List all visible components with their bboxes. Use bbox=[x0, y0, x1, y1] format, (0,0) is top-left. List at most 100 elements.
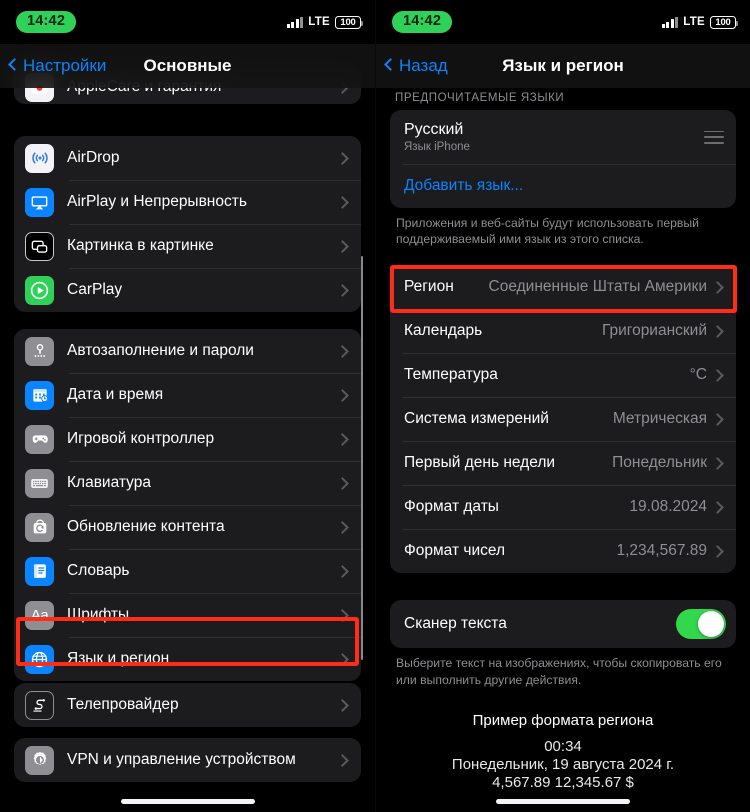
sidebar-item-date-time[interactable]: Дата и время bbox=[14, 373, 361, 417]
vpn-gear-icon bbox=[25, 745, 54, 775]
cellular-signal-icon bbox=[286, 16, 304, 28]
setting-row-date-format[interactable]: Формат даты 19.08.2024 bbox=[390, 485, 736, 529]
airdrop-icon bbox=[25, 143, 54, 173]
chevron-right-icon bbox=[336, 608, 349, 622]
sidebar-item-picture-in-picture[interactable]: Картинка в картинке bbox=[14, 224, 361, 268]
tv-provider-icon bbox=[25, 690, 54, 720]
row-label: Обновление контента bbox=[67, 518, 225, 535]
text-scanner-footnote: Выберите текст на изображениях, чтобы ск… bbox=[396, 656, 722, 687]
row-label: AirPlay и Непрерывность bbox=[67, 193, 247, 210]
row-label: VPN и управление устройством bbox=[67, 751, 296, 768]
globe-icon bbox=[25, 644, 54, 674]
sidebar-item-game-controller[interactable]: Игровой контроллер bbox=[14, 417, 361, 461]
fonts-aa-glyph: Aa bbox=[30, 606, 49, 624]
chevron-right-icon bbox=[711, 325, 724, 338]
sidebar-item-carplay[interactable]: CarPlay bbox=[14, 268, 361, 312]
example-time: 00:34 bbox=[544, 737, 582, 755]
sidebar-item-vpn-device-management[interactable]: VPN и управление устройством bbox=[14, 738, 361, 782]
gamepad-icon bbox=[25, 424, 54, 454]
sidebar-item-content-refresh[interactable]: Обновление контента bbox=[14, 505, 361, 549]
setting-value: Соединенные Штаты Америки bbox=[488, 278, 707, 296]
vertical-scrollbar[interactable] bbox=[360, 256, 363, 660]
chevron-left-icon bbox=[8, 57, 19, 75]
setting-row-measurement-system[interactable]: Система измерений Метрическая bbox=[390, 397, 736, 441]
example-numbers: 4,567.89 12,345.67 $ bbox=[492, 773, 634, 791]
chevron-right-icon bbox=[711, 457, 724, 470]
reorder-handle-icon[interactable] bbox=[704, 130, 724, 144]
setting-row-temperature[interactable]: Температура °C bbox=[390, 353, 736, 397]
row-label: Клавиатура bbox=[67, 474, 151, 491]
back-button-label: Настройки bbox=[23, 56, 107, 75]
airplay-icon bbox=[25, 187, 54, 217]
group-region-settings: Регион Соединенные Штаты Америки Календа… bbox=[390, 265, 736, 574]
setting-row-text-scanner[interactable]: Сканер текста bbox=[390, 600, 736, 648]
row-label: Дата и время bbox=[67, 386, 164, 403]
back-button-label: Назад bbox=[399, 56, 448, 75]
setting-row-first-day-of-week[interactable]: Первый день недели Понедельник bbox=[390, 441, 736, 485]
status-indicators: LTE 100 bbox=[286, 15, 364, 29]
setting-label: Сканер текста bbox=[404, 615, 507, 633]
left-phone-screen: 14:42 LTE 100 AirDrop AirPlay и Непрерыв… bbox=[0, 0, 375, 812]
sidebar-item-dictionary[interactable]: Словарь bbox=[14, 549, 361, 593]
right-status-bar: 14:42 LTE 100 bbox=[376, 0, 750, 44]
chevron-right-icon bbox=[711, 501, 724, 514]
left-nav-bar: Настройки Основные bbox=[0, 44, 375, 88]
chevron-right-icon bbox=[336, 698, 349, 712]
chevron-right-icon bbox=[336, 239, 349, 253]
content-refresh-icon bbox=[25, 512, 54, 542]
region-format-example: Пример формата региона 00:34 Понедельник… bbox=[390, 688, 736, 791]
calendar-clock-icon bbox=[25, 380, 54, 410]
row-label: Словарь bbox=[67, 562, 130, 579]
back-button[interactable]: Назад bbox=[376, 56, 448, 76]
sidebar-item-tv-provider[interactable]: Телепровайдер bbox=[14, 683, 361, 727]
screenshot-stage: 14:42 LTE 100 AirDrop AirPlay и Непрерыв… bbox=[0, 0, 750, 812]
text-scanner-toggle[interactable] bbox=[676, 609, 726, 640]
home-indicator bbox=[120, 799, 255, 804]
chevron-right-icon bbox=[336, 564, 349, 578]
setting-row-region[interactable]: Регион Соединенные Штаты Америки bbox=[390, 265, 736, 309]
status-clock: 14:42 bbox=[16, 11, 77, 33]
row-label: Язык и регион bbox=[67, 650, 170, 667]
setting-label: Температура bbox=[404, 366, 498, 384]
add-language-button[interactable]: Добавить язык... bbox=[390, 164, 736, 208]
chevron-right-icon bbox=[336, 388, 349, 402]
right-scroll-area[interactable]: ПРЕДПОЧИТАЕМЫЕ ЯЗЫКИ Русский Язык iPhone… bbox=[376, 92, 750, 812]
key-icon bbox=[25, 336, 54, 366]
setting-row-number-format[interactable]: Формат чисел 1,234,567.89 bbox=[390, 529, 736, 573]
fonts-aa-icon: Aa bbox=[25, 600, 54, 630]
home-indicator bbox=[496, 799, 630, 804]
chevron-right-icon bbox=[336, 652, 349, 666]
chevron-right-icon bbox=[711, 369, 724, 382]
battery-icon: 100 bbox=[335, 15, 364, 29]
setting-value: °C bbox=[689, 366, 707, 384]
chevron-right-icon bbox=[711, 545, 724, 558]
row-label: AirDrop bbox=[67, 149, 120, 166]
setting-value: 19.08.2024 bbox=[629, 498, 707, 516]
sidebar-item-fonts[interactable]: Aa Шрифты bbox=[14, 593, 361, 637]
chevron-right-icon bbox=[336, 344, 349, 358]
network-type-label: LTE bbox=[683, 16, 705, 28]
keyboard-icon bbox=[25, 468, 54, 498]
sidebar-item-airdrop[interactable]: AirDrop bbox=[14, 136, 361, 180]
setting-row-calendar[interactable]: Календарь Григорианский bbox=[390, 309, 736, 353]
status-indicators: LTE 100 bbox=[661, 15, 739, 29]
setting-label: Регион bbox=[404, 278, 454, 296]
left-scroll-area[interactable]: AppleCare и гарантия bbox=[0, 0, 375, 812]
sidebar-item-airplay[interactable]: AirPlay и Непрерывность bbox=[14, 180, 361, 224]
group-text-scanner: Сканер текста bbox=[390, 600, 736, 649]
chevron-right-icon bbox=[336, 432, 349, 446]
language-row-primary[interactable]: Русский Язык iPhone bbox=[390, 110, 736, 164]
network-type-label: LTE bbox=[308, 16, 330, 28]
chevron-right-icon bbox=[711, 281, 724, 294]
picture-in-picture-icon bbox=[25, 231, 54, 261]
setting-label: Формат чисел bbox=[404, 542, 505, 560]
sidebar-item-language-region[interactable]: Язык и регион bbox=[14, 637, 361, 681]
back-button[interactable]: Настройки bbox=[0, 56, 106, 76]
group-preferred-languages: Русский Язык iPhone Добавить язык... bbox=[390, 110, 736, 208]
sidebar-item-autofill-passwords[interactable]: Автозаполнение и пароли bbox=[14, 329, 361, 373]
sidebar-item-keyboard[interactable]: Клавиатура bbox=[14, 461, 361, 505]
setting-value: Метрическая bbox=[612, 410, 707, 428]
setting-label: Система измерений bbox=[404, 410, 549, 428]
row-label: CarPlay bbox=[67, 281, 123, 298]
row-label: Телепровайдер bbox=[67, 696, 179, 713]
